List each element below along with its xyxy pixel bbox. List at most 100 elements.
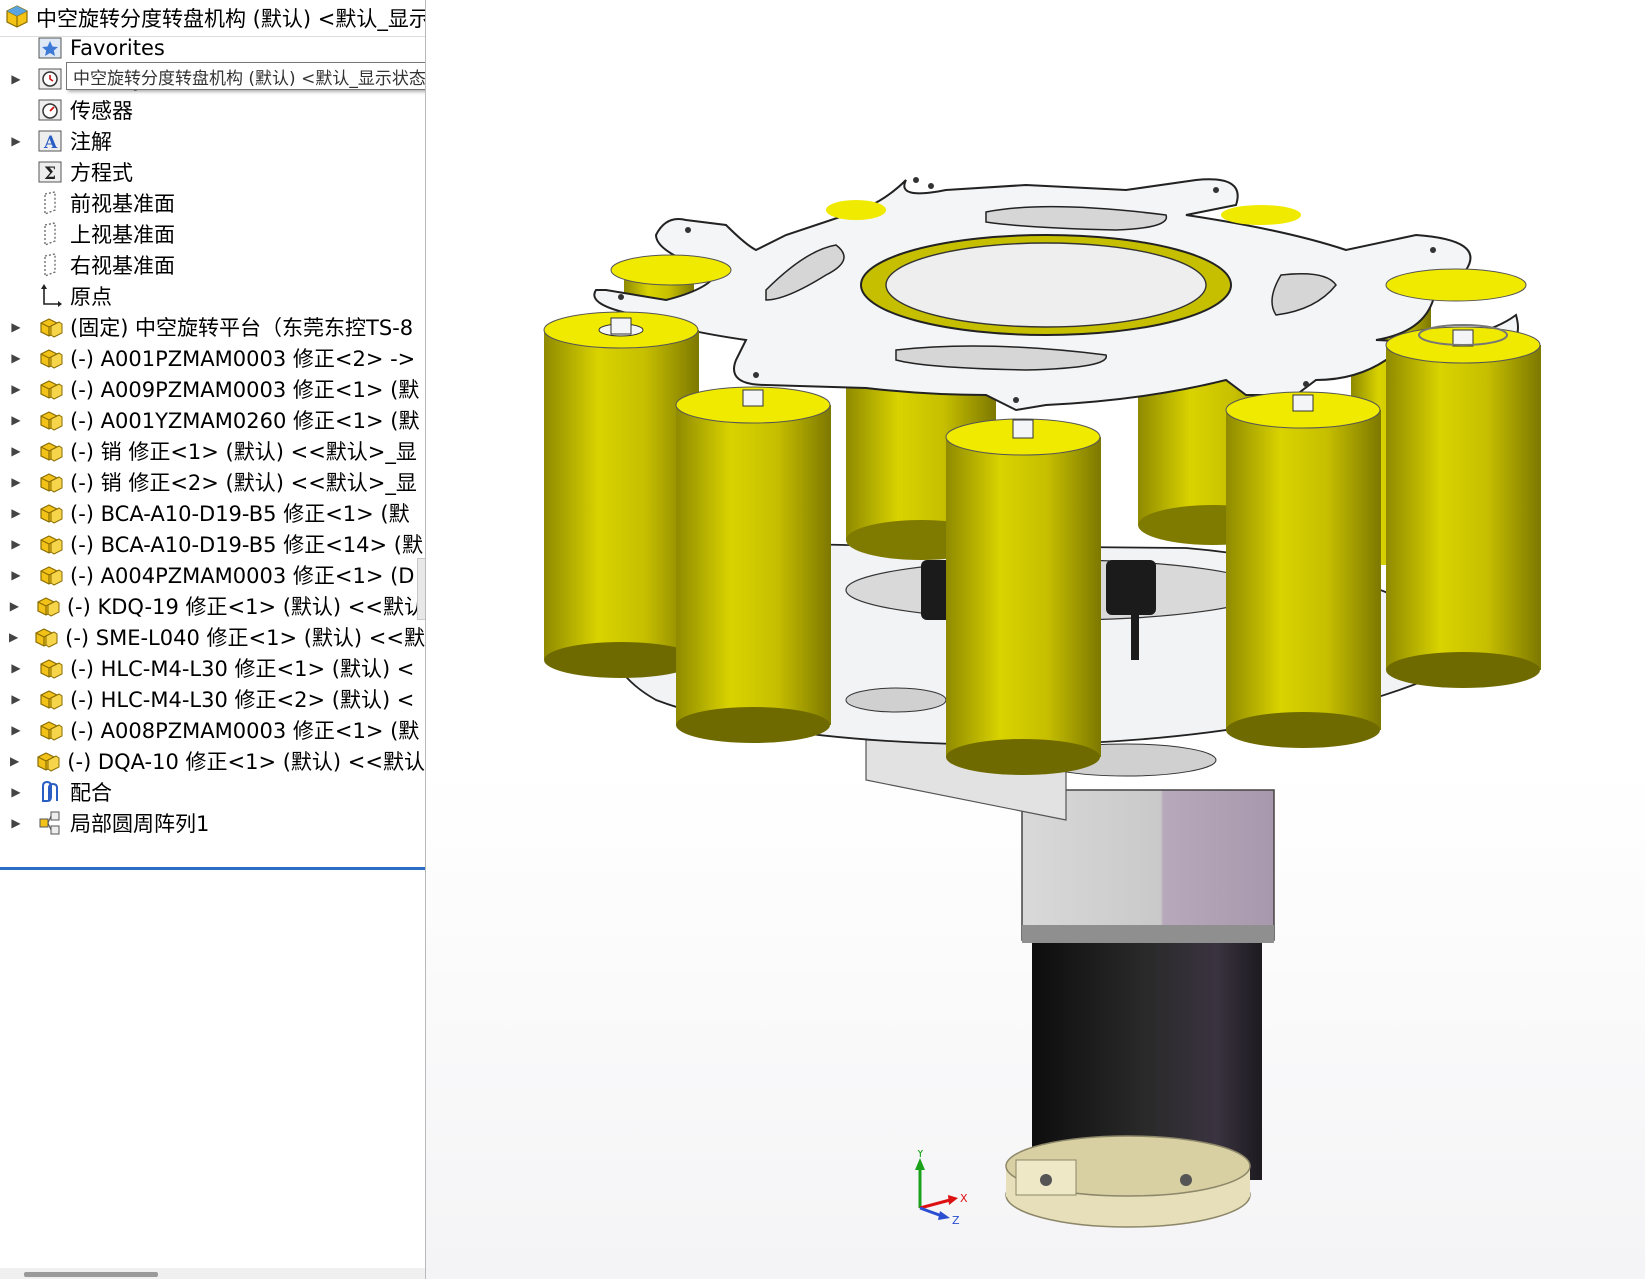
expand-arrow-icon[interactable]: ▶ [8, 351, 24, 365]
tree-item-label: 局部圆周阵列1 [70, 812, 210, 836]
tree-item-label: 配合 [70, 781, 112, 805]
sensor-gauge-icon [36, 96, 64, 124]
expand-arrow-icon[interactable]: ▶ [8, 816, 24, 830]
tree-item[interactable]: ▶ 局部圆周阵列1 [0, 807, 425, 839]
equation-sigma-icon: Σ [36, 158, 64, 186]
expand-arrow-icon[interactable]: ▶ [8, 382, 24, 396]
scrollbar-thumb[interactable] [24, 1272, 158, 1277]
expand-arrow-icon[interactable]: ▶ [8, 568, 24, 582]
assembly-model-view[interactable] [426, 0, 1645, 1279]
tree-item[interactable]: ▶ (-) 销 修正<1> (默认) <<默认>_显 [0, 435, 425, 467]
roller-front-4[interactable] [1225, 391, 1381, 748]
tree-item[interactable]: ▶ (-) SME-L040 修正<1> (默认) <<默 [0, 621, 425, 653]
tree-root-label: 中空旋转分度转盘机构 (默认) <默认_显示状态-1> [36, 7, 425, 31]
tree-item-label: Favorites [70, 36, 165, 60]
expand-arrow-icon[interactable]: ▶ [8, 444, 24, 458]
assembly-icon [4, 3, 30, 34]
tree-item[interactable]: ▶ (-) DQA-10 修正<1> (默认) <<默认 [0, 745, 425, 777]
tree-item[interactable]: ▶原点 [0, 280, 425, 312]
tree-item-label: (-) 销 修正<2> (默认) <<默认>_显 [70, 471, 417, 495]
annotation-a-icon: A [36, 127, 64, 155]
tree-tooltip: 中空旋转分度转盘机构 (默认) <默认_显示状态-1> [66, 62, 425, 90]
tree-item[interactable]: ▶ (-) BCA-A10-D19-B5 修正<1> (默 [0, 497, 425, 529]
tree-item-label: (-) HLC-M4-L30 修正<2> (默认) < [70, 688, 415, 712]
expand-arrow-icon[interactable]: ▶ [8, 506, 24, 520]
expand-arrow-icon[interactable]: ▶ [8, 475, 24, 489]
tree-item[interactable]: ▶ (-) A001YZMAM0260 修正<1> (默 [0, 404, 425, 436]
expand-arrow-icon[interactable]: ▶ [8, 134, 24, 148]
expand-arrow-icon[interactable]: ▶ [8, 630, 19, 644]
expand-arrow-icon[interactable]: ▶ [8, 723, 24, 737]
tree-item[interactable]: ▶ (-) HLC-M4-L30 修正<2> (默认) < [0, 683, 425, 715]
tree-item-label: (-) 销 修正<1> (默认) <<默认>_显 [70, 440, 417, 464]
triad-y-label: Y [916, 1150, 924, 1160]
tree-item-label: (-) SME-L040 修正<1> (默认) <<默 [65, 626, 425, 650]
history-clock-icon [36, 65, 64, 93]
expand-arrow-icon[interactable]: ▶ [8, 754, 21, 768]
roller-front-5[interactable] [1385, 324, 1541, 688]
tree-item-label: (-) A009PZMAM0003 修正<1> (默 [70, 378, 420, 402]
expand-arrow-icon[interactable]: ▶ [8, 320, 24, 334]
tree-item[interactable]: ▶ A 注解 [0, 125, 425, 157]
tree-item-label: (-) HLC-M4-L30 修正<1> (默认) < [70, 657, 415, 681]
tree-item[interactable]: ▶ (-) A008PZMAM0003 修正<1> (默 [0, 714, 425, 746]
plane-icon [36, 251, 64, 279]
subassembly-icon [36, 685, 64, 713]
plane-icon [36, 189, 64, 217]
tree-horizontal-scrollbar[interactable] [0, 1268, 425, 1279]
orientation-triad: Y X Z [902, 1147, 972, 1230]
tree-item[interactable]: ▶传感器 [0, 94, 425, 126]
roller-front-2[interactable] [675, 386, 831, 743]
subassembly-icon [36, 654, 64, 682]
subassembly-icon [36, 499, 64, 527]
tree-item[interactable]: ▶ (-) A004PZMAM0003 修正<1> (D [0, 559, 425, 591]
expand-arrow-icon[interactable]: ▶ [8, 413, 24, 427]
subassembly-icon [36, 375, 64, 403]
servo-motor[interactable] [1005, 930, 1262, 1228]
tree-item-label: 传感器 [70, 99, 133, 123]
tree-item-label: 注解 [70, 130, 112, 154]
tree-item-label: (-) BCA-A10-D19-B5 修正<14> (默 [70, 533, 423, 557]
triad-z-label: Z [952, 1214, 960, 1227]
tree-item[interactable]: ▶Σ方程式 [0, 156, 425, 188]
svg-text:A: A [43, 133, 58, 153]
tree-item[interactable]: ▶ (-) BCA-A10-D19-B5 修正<14> (默 [0, 528, 425, 560]
subassembly-icon [33, 592, 61, 620]
tree-item[interactable]: ▶上视基准面 [0, 218, 425, 250]
tree-item-label: 方程式 [70, 161, 133, 185]
tree-item[interactable]: ▶ (固定) 中空旋转平台（东莞东控TS-8 [0, 311, 425, 343]
tree-item[interactable]: ▶ 配合 [0, 776, 425, 808]
subassembly-icon [31, 623, 59, 651]
tree-item-label: 前视基准面 [70, 192, 175, 216]
tree-item[interactable]: ▶ (-) HLC-M4-L30 修正<1> (默认) < [0, 652, 425, 684]
tree-item-label: 右视基准面 [70, 254, 175, 278]
graphics-area[interactable]: Y X Z [426, 0, 1645, 1279]
favorites-star-icon [36, 34, 64, 62]
tree-item[interactable]: ▶ (-) A009PZMAM0003 修正<1> (默 [0, 373, 425, 405]
tree-item[interactable]: ▶ (-) 销 修正<2> (默认) <<默认>_显 [0, 466, 425, 498]
tree-item-label: (-) A008PZMAM0003 修正<1> (默 [70, 719, 420, 743]
tree-item[interactable]: ▶ (-) A001PZMAM0003 修正<2> -> [0, 342, 425, 374]
expand-arrow-icon[interactable]: ▶ [8, 72, 24, 86]
triad-x-label: X [960, 1192, 968, 1205]
expand-arrow-icon[interactable]: ▶ [8, 537, 24, 551]
expand-arrow-icon[interactable]: ▶ [8, 785, 24, 799]
tree-item[interactable]: ▶Favorites [0, 32, 425, 64]
tree-item[interactable]: ▶前视基准面 [0, 187, 425, 219]
expand-arrow-icon[interactable]: ▶ [8, 599, 21, 613]
expand-arrow-icon[interactable]: ▶ [8, 692, 24, 706]
tree-item[interactable]: ▶右视基准面 [0, 249, 425, 281]
roller-front-1[interactable] [543, 311, 699, 678]
plane-icon [36, 220, 64, 248]
tree-selection-underline [0, 867, 425, 870]
tree-item-label: (固定) 中空旋转平台（东莞东控TS-8 [70, 316, 414, 340]
tree-item[interactable]: ▶ (-) KDQ-19 修正<1> (默认) <<默认 [0, 590, 425, 622]
mates-icon [36, 778, 64, 806]
panel-splitter-handle[interactable] [417, 558, 425, 620]
tree-item-label: (-) KDQ-19 修正<1> (默认) <<默认 [66, 595, 425, 619]
tree-item-label: 上视基准面 [70, 223, 175, 247]
tree-item-label: (-) DQA-10 修正<1> (默认) <<默认 [67, 750, 425, 774]
roller-front-3[interactable] [945, 418, 1101, 775]
expand-arrow-icon[interactable]: ▶ [8, 661, 24, 675]
tree-item-label: (-) A001PZMAM0003 修正<2> -> [70, 347, 416, 371]
